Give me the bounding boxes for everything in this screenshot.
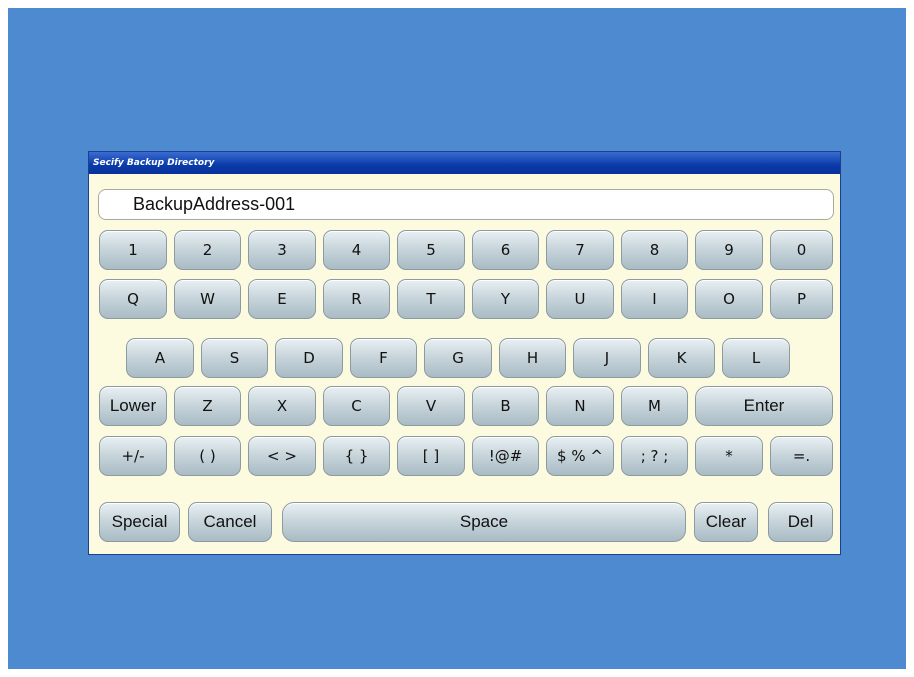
- key-p[interactable]: P: [770, 279, 833, 319]
- key-b[interactable]: B: [472, 386, 539, 426]
- key-2[interactable]: 2: [174, 230, 241, 270]
- key-d[interactable]: D: [275, 338, 343, 378]
- directory-input[interactable]: BackupAddress-001: [98, 189, 834, 220]
- key-z[interactable]: Z: [174, 386, 241, 426]
- delete-button[interactable]: Del: [768, 502, 833, 542]
- key-parentheses[interactable]: ( ): [174, 436, 241, 476]
- key-n[interactable]: N: [546, 386, 614, 426]
- dialog-title: Secify Backup Directory: [89, 152, 840, 174]
- key-x[interactable]: X: [248, 386, 316, 426]
- key-l[interactable]: L: [722, 338, 790, 378]
- lower-case-button[interactable]: Lower: [99, 386, 167, 426]
- backup-directory-dialog: Secify Backup Directory BackupAddress-00…: [88, 151, 841, 555]
- key-dollar-percent-caret[interactable]: $ % ^: [546, 436, 614, 476]
- key-a[interactable]: A: [126, 338, 194, 378]
- key-u[interactable]: U: [546, 279, 614, 319]
- key-5[interactable]: 5: [397, 230, 465, 270]
- key-e[interactable]: E: [248, 279, 316, 319]
- key-6[interactable]: 6: [472, 230, 539, 270]
- key-m[interactable]: M: [621, 386, 688, 426]
- key-asterisk[interactable]: *: [695, 436, 763, 476]
- key-7[interactable]: 7: [546, 230, 614, 270]
- key-3[interactable]: 3: [248, 230, 316, 270]
- key-square-brackets[interactable]: [ ]: [397, 436, 465, 476]
- key-s[interactable]: S: [201, 338, 268, 378]
- clear-button[interactable]: Clear: [694, 502, 758, 542]
- space-button[interactable]: Space: [282, 502, 686, 542]
- special-button[interactable]: Special: [99, 502, 180, 542]
- enter-button[interactable]: Enter: [695, 386, 833, 426]
- key-t[interactable]: T: [397, 279, 465, 319]
- key-w[interactable]: W: [174, 279, 241, 319]
- key-plus-minus[interactable]: +/-: [99, 436, 167, 476]
- key-v[interactable]: V: [397, 386, 465, 426]
- desktop-background: Secify Backup Directory BackupAddress-00…: [8, 8, 906, 669]
- cancel-button[interactable]: Cancel: [188, 502, 272, 542]
- key-g[interactable]: G: [424, 338, 492, 378]
- key-9[interactable]: 9: [695, 230, 763, 270]
- key-k[interactable]: K: [648, 338, 715, 378]
- key-j[interactable]: J: [573, 338, 641, 378]
- key-h[interactable]: H: [499, 338, 566, 378]
- key-equals-period[interactable]: =.: [770, 436, 833, 476]
- key-4[interactable]: 4: [323, 230, 390, 270]
- key-exclaim-at-hash[interactable]: !@#: [472, 436, 539, 476]
- key-8[interactable]: 8: [621, 230, 688, 270]
- key-angle-brackets[interactable]: < >: [248, 436, 316, 476]
- key-o[interactable]: O: [695, 279, 763, 319]
- key-0[interactable]: 0: [770, 230, 833, 270]
- key-y[interactable]: Y: [472, 279, 539, 319]
- key-curly-braces[interactable]: { }: [323, 436, 390, 476]
- key-q[interactable]: Q: [99, 279, 167, 319]
- key-1[interactable]: 1: [99, 230, 167, 270]
- key-semicolon-question[interactable]: ; ? ;: [621, 436, 688, 476]
- key-r[interactable]: R: [323, 279, 390, 319]
- key-i[interactable]: I: [621, 279, 688, 319]
- key-c[interactable]: C: [323, 386, 390, 426]
- key-f[interactable]: F: [350, 338, 417, 378]
